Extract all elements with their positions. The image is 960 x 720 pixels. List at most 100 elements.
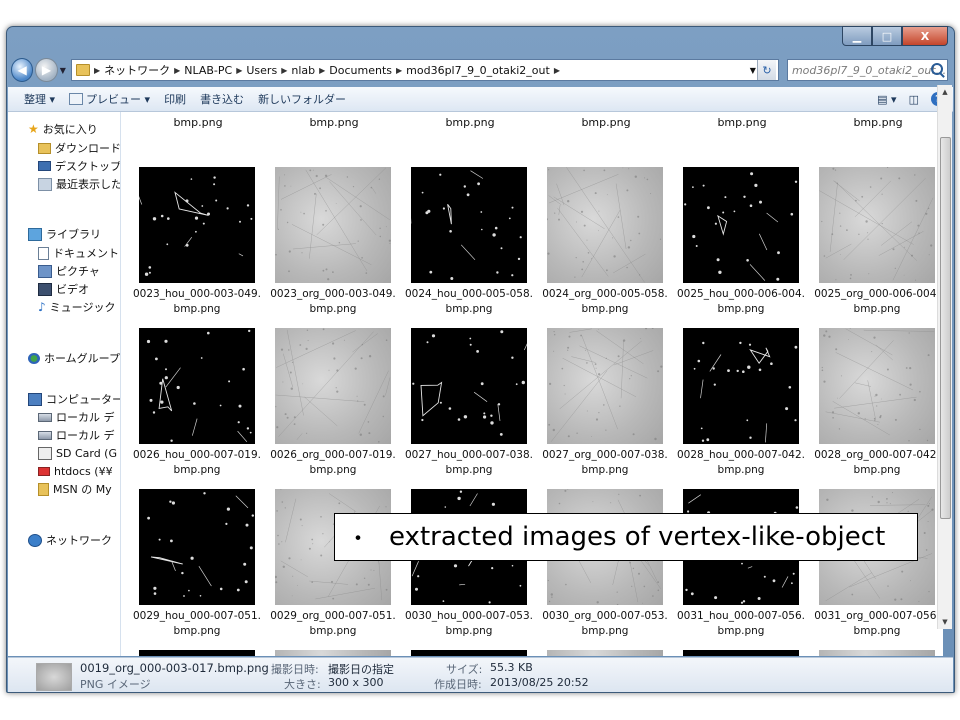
file-caption[interactable]: 0027_hou_000-007-038. bmp.png bbox=[401, 448, 537, 478]
file-item[interactable]: 0026_org_000-007-019. bmp.png bbox=[265, 328, 401, 488]
file-thumbnail[interactable] bbox=[547, 167, 663, 283]
file-item[interactable]: 0028_hou_000-007-042. bmp.png bbox=[673, 328, 809, 488]
nav-computer[interactable]: コンピューター bbox=[28, 391, 120, 407]
file-caption[interactable]: 0029_org_000-007-051. bmp.png bbox=[265, 609, 401, 639]
forward-button[interactable]: ▶ bbox=[35, 58, 58, 82]
file-thumbnail[interactable] bbox=[411, 167, 527, 283]
nav-documents[interactable]: ドキュメント bbox=[38, 245, 119, 261]
nav-msn[interactable]: MSN の My bbox=[38, 481, 112, 497]
file-caption[interactable]: 0025_hou_000-006-004. bmp.png bbox=[673, 287, 809, 317]
nav-homegroup[interactable]: ホームグループ bbox=[28, 350, 120, 366]
breadcrumb-users[interactable]: Users bbox=[246, 64, 277, 77]
nav-local-disk-2[interactable]: ローカル デ bbox=[38, 427, 115, 443]
scroll-down-icon[interactable]: ▼ bbox=[938, 615, 952, 629]
file-thumbnail-partial[interactable] bbox=[819, 650, 935, 656]
maximize-button[interactable]: □ bbox=[872, 26, 902, 46]
file-item[interactable]: 0029_hou_000-007-051. bmp.png bbox=[129, 489, 265, 649]
new-folder-button[interactable]: 新しいフォルダー bbox=[258, 91, 346, 107]
file-caption[interactable]: 0026_hou_000-007-019. bmp.png bbox=[129, 448, 265, 478]
file-caption[interactable]: 0028_org_000-007-042. bmp.png bbox=[809, 448, 943, 478]
view-options-button[interactable]: ▤ ▾ bbox=[877, 93, 896, 106]
scroll-up-icon[interactable]: ▲ bbox=[938, 85, 952, 99]
file-caption-partial[interactable]: bmp.png bbox=[139, 116, 257, 129]
nav-sd-card[interactable]: SD Card (G bbox=[38, 445, 117, 461]
nav-network[interactable]: ネットワーク bbox=[28, 532, 112, 548]
file-thumbnail-partial[interactable] bbox=[547, 650, 663, 656]
file-caption[interactable]: 0030_org_000-007-053. bmp.png bbox=[537, 609, 673, 639]
file-item[interactable]: 0027_org_000-007-038. bmp.png bbox=[537, 328, 673, 488]
file-thumbnail[interactable] bbox=[411, 328, 527, 444]
nav-pictures[interactable]: ピクチャ bbox=[38, 263, 100, 279]
file-thumbnail-partial[interactable] bbox=[683, 650, 799, 656]
nav-htdocs[interactable]: htdocs (¥¥ bbox=[38, 463, 113, 479]
refresh-button[interactable]: ↻ bbox=[756, 60, 776, 80]
burn-button[interactable]: 書き込む bbox=[200, 91, 244, 107]
file-caption[interactable]: 0026_org_000-007-019. bmp.png bbox=[265, 448, 401, 478]
search-input[interactable]: mod36pl7_9_0_otaki2_out... bbox=[786, 59, 948, 81]
file-item[interactable]: 0028_org_000-007-042. bmp.png bbox=[809, 328, 943, 488]
vertical-scrollbar[interactable]: ▲ ▼ bbox=[937, 85, 952, 629]
breadcrumb-nlab-pc[interactable]: NLAB-PC bbox=[184, 64, 232, 77]
file-item[interactable]: 0027_hou_000-007-038. bmp.png bbox=[401, 328, 537, 488]
breadcrumb-nlab[interactable]: nlab bbox=[291, 64, 315, 77]
file-item[interactable]: 0023_org_000-003-049. bmp.png bbox=[265, 167, 401, 327]
file-thumbnail-partial[interactable] bbox=[139, 650, 255, 656]
file-caption[interactable]: 0023_hou_000-003-049. bmp.png bbox=[129, 287, 265, 317]
date-taken-value[interactable]: 撮影日の指定 bbox=[328, 661, 394, 677]
breadcrumb-documents[interactable]: Documents bbox=[329, 64, 392, 77]
file-thumbnail-partial[interactable] bbox=[411, 650, 527, 656]
file-thumbnail[interactable] bbox=[139, 328, 255, 444]
file-caption[interactable]: 0023_org_000-003-049. bmp.png bbox=[265, 287, 401, 317]
file-caption[interactable]: 0031_hou_000-007-056. bmp.png bbox=[673, 609, 809, 639]
file-item[interactable]: 0024_org_000-005-058. bmp.png bbox=[537, 167, 673, 327]
address-bar[interactable]: ▶ ネットワーク ▶ NLAB-PC ▶ Users ▶ nlab ▶ Docu… bbox=[70, 59, 779, 81]
nav-local-disk-1[interactable]: ローカル デ bbox=[38, 409, 115, 425]
organize-button[interactable]: 整理 ▾ bbox=[24, 91, 55, 107]
preview-pane-button[interactable]: ◫ bbox=[909, 93, 919, 106]
file-thumbnail[interactable] bbox=[683, 167, 799, 283]
nav-desktop[interactable]: デスクトップ bbox=[38, 158, 120, 174]
file-item[interactable]: 0024_hou_000-005-058. bmp.png bbox=[401, 167, 537, 327]
breadcrumb-network[interactable]: ネットワーク bbox=[104, 62, 170, 78]
file-caption[interactable]: 0024_hou_000-005-058. bmp.png bbox=[401, 287, 537, 317]
nav-libraries[interactable]: ライブラリ bbox=[28, 226, 101, 242]
file-thumbnail[interactable] bbox=[275, 167, 391, 283]
nav-downloads[interactable]: ダウンロード bbox=[38, 140, 120, 156]
file-thumbnail[interactable] bbox=[819, 328, 935, 444]
preview-button[interactable]: プレビュー ▾ bbox=[69, 91, 150, 107]
file-caption-partial[interactable]: bmp.png bbox=[411, 116, 529, 129]
file-thumbnail-partial[interactable] bbox=[275, 650, 391, 656]
file-thumbnail[interactable] bbox=[819, 167, 935, 283]
file-caption[interactable]: 0030_hou_000-007-053. bmp.png bbox=[401, 609, 537, 639]
nav-videos[interactable]: ビデオ bbox=[38, 281, 89, 297]
file-caption[interactable]: 0031_org_000-007-056. bmp.png bbox=[809, 609, 943, 639]
file-caption[interactable]: 0029_hou_000-007-051. bmp.png bbox=[129, 609, 265, 639]
nav-music[interactable]: ♪ ミュージック bbox=[38, 299, 115, 315]
file-caption[interactable]: 0025_org_000-006-004. bmp.png bbox=[809, 287, 943, 317]
search-icon[interactable] bbox=[931, 63, 943, 75]
history-dropdown-icon[interactable]: ▼ bbox=[60, 66, 69, 75]
file-caption-partial[interactable]: bmp.png bbox=[819, 116, 937, 129]
back-button[interactable]: ◀ bbox=[11, 58, 34, 82]
nav-recent-places[interactable]: 最近表示した bbox=[38, 176, 120, 192]
nav-favorites[interactable]: ★ お気に入り bbox=[28, 121, 98, 137]
close-button[interactable]: X bbox=[902, 26, 948, 46]
file-item[interactable]: 0023_hou_000-003-049. bmp.png bbox=[129, 167, 265, 327]
file-thumbnail[interactable] bbox=[275, 328, 391, 444]
print-button[interactable]: 印刷 bbox=[164, 91, 186, 107]
file-thumbnail[interactable] bbox=[139, 489, 255, 605]
file-item[interactable]: 0025_org_000-006-004. bmp.png bbox=[809, 167, 943, 327]
address-dropdown-icon[interactable]: ▼ bbox=[750, 66, 756, 75]
file-caption-partial[interactable]: bmp.png bbox=[275, 116, 393, 129]
minimize-button[interactable]: ▁ bbox=[842, 26, 872, 46]
breadcrumb-current-folder[interactable]: mod36pl7_9_0_otaki2_out bbox=[406, 64, 550, 77]
file-thumbnail[interactable] bbox=[547, 328, 663, 444]
file-caption[interactable]: 0028_hou_000-007-042. bmp.png bbox=[673, 448, 809, 478]
file-caption[interactable]: 0024_org_000-005-058. bmp.png bbox=[537, 287, 673, 317]
file-caption-partial[interactable]: bmp.png bbox=[683, 116, 801, 129]
file-item[interactable]: 0026_hou_000-007-019. bmp.png bbox=[129, 328, 265, 488]
file-caption-partial[interactable]: bmp.png bbox=[547, 116, 665, 129]
file-thumbnail[interactable] bbox=[139, 167, 255, 283]
file-thumbnail[interactable] bbox=[683, 328, 799, 444]
file-item[interactable]: 0025_hou_000-006-004. bmp.png bbox=[673, 167, 809, 327]
